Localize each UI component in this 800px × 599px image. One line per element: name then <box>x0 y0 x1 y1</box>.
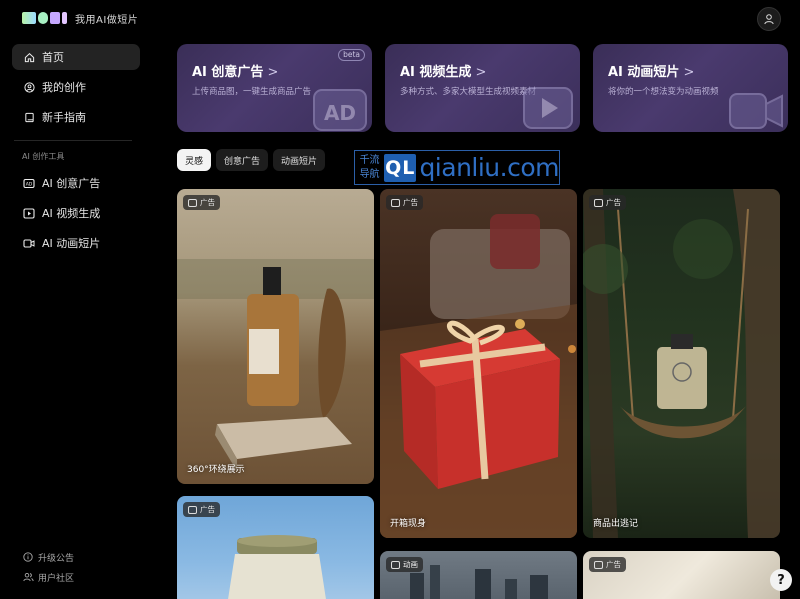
chevron-right-icon: > <box>683 65 695 80</box>
play-icon <box>22 206 36 220</box>
sidebar-divider <box>14 140 132 141</box>
home-icon <box>22 50 36 64</box>
card-image <box>583 189 780 538</box>
inspiration-card[interactable]: 动画 <box>380 551 577 599</box>
svg-text:AD: AD <box>324 101 356 125</box>
sidebar-item-label: 新手指南 <box>42 111 86 124</box>
sidebar-item-label: AI 动画短片 <box>42 237 101 250</box>
feature-title: AI 视频生成 > <box>400 65 487 80</box>
feature-subtitle: 多种方式、多家大模型生成视频素材 <box>400 87 537 97</box>
sidebar-item-ai-animation[interactable]: AI 动画短片 <box>12 230 140 256</box>
sidebar-item-home[interactable]: 首页 <box>12 44 140 70</box>
watermark-domain: qianliu.com <box>419 153 559 182</box>
card-caption: 商品出逃记 <box>593 519 639 529</box>
content-tabs: 灵感 创意广告 动画短片 <box>177 149 326 171</box>
community-link[interactable]: 用户社区 <box>22 567 74 587</box>
sidebar-item-label: 首页 <box>42 51 64 64</box>
chevron-right-icon: > <box>267 65 279 80</box>
ad-illustration-icon: AD <box>313 89 367 131</box>
badge-ad-icon <box>391 198 400 207</box>
tab-creative-ads[interactable]: 创意广告 <box>216 149 269 171</box>
feature-card-ai-video[interactable]: AI 视频生成 > 多种方式、多家大模型生成视频素材 <box>385 44 580 132</box>
play-illustration-icon <box>523 87 573 129</box>
brand-tagline: 我用AI做短片 <box>75 14 139 26</box>
upgrade-notice-label: 升级公告 <box>38 553 75 564</box>
watermark: 千流 导航 QL qianliu.com <box>354 150 560 185</box>
badge-ad-icon <box>188 505 197 514</box>
feature-card-ai-ad[interactable]: AI 创意广告 > 上传商品图，一键生成商品广告 beta AD <box>177 44 372 132</box>
sidebar-item-label: AI 创意广告 <box>42 177 101 190</box>
badge-ad-icon <box>594 560 603 569</box>
card-badge: 广告 <box>589 195 626 210</box>
upgrade-notice-link[interactable]: 升级公告 <box>22 547 74 567</box>
watermark-cn: 千流 导航 <box>359 154 380 180</box>
info-icon <box>22 551 34 563</box>
logo-mark <box>22 11 67 25</box>
sidebar-bottom: 升级公告 用户社区 <box>22 547 74 587</box>
inspiration-card[interactable]: 广告 360°环绕展示 <box>177 189 374 484</box>
card-badge: 广告 <box>589 557 626 572</box>
inspiration-card[interactable]: 广告 <box>583 551 780 599</box>
sidebar-item-guide[interactable]: 新手指南 <box>12 104 140 130</box>
camera-illustration-icon <box>729 93 783 129</box>
users-icon <box>22 571 34 583</box>
sidebar: 首页 我的创作 新手指南 AI 创作工具 AD AI 创意广告 AI 视频生成 … <box>12 44 140 260</box>
user-circle-icon <box>22 80 36 94</box>
badge-ad-icon <box>594 198 603 207</box>
ad-icon: AD <box>22 176 36 190</box>
card-badge: 广告 <box>183 502 220 517</box>
badge-ad-icon <box>188 198 197 207</box>
sidebar-item-ai-ad[interactable]: AD AI 创意广告 <box>12 170 140 196</box>
svg-text:AD: AD <box>26 181 33 187</box>
badge-animation-icon <box>391 560 400 569</box>
tab-animation-shorts[interactable]: 动画短片 <box>273 149 326 171</box>
video-camera-icon <box>22 236 36 250</box>
user-icon <box>764 14 774 25</box>
watermark-mark: QL <box>384 153 417 182</box>
feature-title: AI 动画短片 > <box>608 65 695 80</box>
user-avatar-button[interactable] <box>757 7 781 31</box>
feature-card-ai-animation[interactable]: AI 动画短片 > 将你的一个想法变为动画视频 <box>593 44 788 132</box>
card-caption: 开箱现身 <box>390 519 427 529</box>
sidebar-item-label: 我的创作 <box>42 81 86 94</box>
tools-section-label: AI 创作工具 <box>22 152 65 161</box>
feature-title: AI 创意广告 > <box>192 65 279 80</box>
inspiration-card[interactable]: 广告 <box>177 496 374 599</box>
card-badge: 广告 <box>183 195 220 210</box>
card-badge: 动画 <box>386 557 423 572</box>
community-label: 用户社区 <box>38 573 75 584</box>
card-badge: 广告 <box>386 195 423 210</box>
book-icon <box>22 110 36 124</box>
sidebar-item-ai-video[interactable]: AI 视频生成 <box>12 200 140 226</box>
card-image <box>177 259 374 471</box>
chevron-right-icon: > <box>475 65 487 80</box>
logo[interactable]: 我用AI做短片 <box>22 10 138 26</box>
card-caption: 360°环绕展示 <box>187 465 245 475</box>
sidebar-item-my-creations[interactable]: 我的创作 <box>12 74 140 100</box>
tab-inspiration[interactable]: 灵感 <box>177 149 212 171</box>
card-image <box>380 214 577 538</box>
inspiration-card[interactable]: 广告 开箱现身 <box>380 189 577 538</box>
beta-badge: beta <box>338 49 365 61</box>
sidebar-item-label: AI 视频生成 <box>42 207 101 220</box>
feature-subtitle: 将你的一个想法变为动画视频 <box>608 87 719 97</box>
inspiration-card[interactable]: 广告 商品出逃记 <box>583 189 780 538</box>
feature-subtitle: 上传商品图，一键生成商品广告 <box>192 87 312 97</box>
help-button[interactable]: ? <box>770 569 792 591</box>
